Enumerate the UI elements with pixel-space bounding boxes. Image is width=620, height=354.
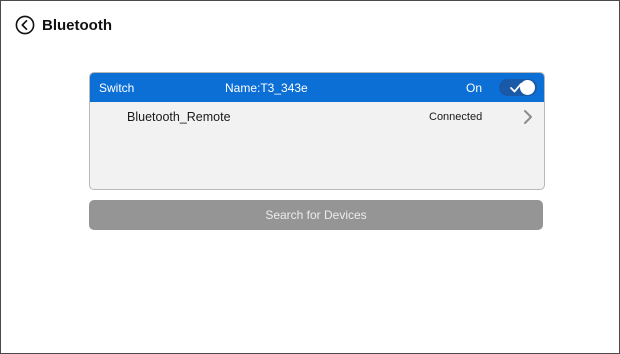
switch-label: Switch (99, 81, 135, 95)
page-title: Bluetooth (42, 16, 112, 34)
local-device-name: Name:T3_343e (225, 81, 308, 95)
device-row-bluetooth-remote[interactable]: Bluetooth_Remote Connected (90, 102, 544, 132)
device-status: Connected (429, 111, 483, 123)
back-icon[interactable] (15, 15, 35, 35)
switch-state-text: On (466, 81, 483, 95)
toggle-knob (520, 80, 535, 95)
bluetooth-toggle[interactable] (499, 79, 537, 96)
bluetooth-settings-screen: Bluetooth Switch Name:T3_343e On Bluetoo… (0, 0, 620, 354)
search-devices-button[interactable]: Search for Devices (89, 200, 543, 230)
header[interactable]: Bluetooth (15, 13, 112, 37)
bluetooth-switch-bar: Switch Name:T3_343e On (90, 73, 544, 102)
device-name: Bluetooth_Remote (127, 110, 231, 124)
chevron-right-icon[interactable] (523, 109, 533, 125)
bluetooth-panel: Switch Name:T3_343e On Bluetooth_Remote … (89, 72, 545, 190)
